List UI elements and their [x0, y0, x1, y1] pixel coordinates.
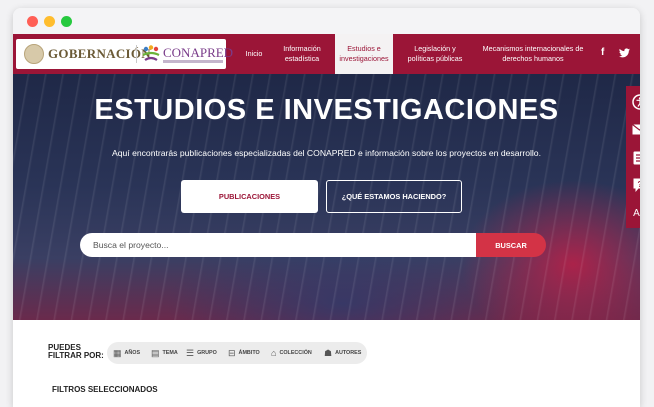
conapred-logo: CONAPRED [163, 45, 234, 60]
logo-group[interactable]: GOBERNACIÓN CONAPRED [16, 39, 233, 69]
maximize-window-dot[interactable] [61, 16, 72, 27]
search-button[interactable]: BUSCAR [476, 233, 546, 257]
filters-section: PUEDES FILTRAR POR: ▦ AÑOS ▤ TEMA ☰ GRUP… [13, 320, 640, 407]
nav-item-label: Inicio [245, 49, 263, 58]
authors-icon: ☗ [324, 347, 333, 358]
accessibility-toolbar: ? AZ [626, 86, 640, 228]
collection-icon: ⌂ [271, 348, 277, 358]
selected-filters-title: FILTROS SELECCIONADOS [52, 385, 158, 394]
minimize-window-dot[interactable] [44, 16, 55, 27]
topic-icon: ▤ [151, 347, 160, 358]
filter-by-label: PUEDES FILTRAR POR: [48, 344, 104, 360]
filter-chip-label: GRUPO [197, 350, 217, 356]
conapred-tagline [163, 60, 223, 63]
window-titlebar [13, 8, 640, 34]
nav-item-estudios-investigaciones[interactable]: Estudios e investigaciones [335, 34, 393, 74]
nav-item-label: Legislación y políticas públicas [407, 44, 463, 63]
filter-chip-label: AUTORES [335, 350, 362, 356]
filter-chip-label: ÁMBITO [238, 350, 260, 356]
filter-chip-label: COLECCIÓN [279, 350, 312, 356]
search-input[interactable] [91, 239, 465, 251]
filter-chip-coleccion[interactable]: ⌂ COLECCIÓN [271, 346, 312, 360]
page-title: ESTUDIOS E INVESTIGACIONES [94, 94, 559, 126]
nav-item-informacion-estadistica[interactable]: Información estadística [271, 34, 333, 74]
logo-divider [136, 45, 137, 63]
filter-chip-autores[interactable]: ☗ AUTORES [324, 346, 361, 360]
que-estamos-haciendo-button[interactable]: ¿QUÉ ESTAMOS HACIENDO? [326, 180, 462, 213]
hero-description: Aquí encontrarás publicaciones especiali… [112, 148, 541, 158]
filter-label-line2: FILTRAR POR: [48, 351, 104, 360]
nav-item-mecanismos[interactable]: Mecanismos internacionales de derechos h… [475, 34, 591, 74]
hero-banner: ESTUDIOS E INVESTIGACIONES Aquí encontra… [13, 74, 640, 320]
search-bar [80, 233, 476, 257]
scope-icon: ⊟ [228, 347, 236, 358]
nav-item-inicio[interactable]: Inicio [237, 34, 271, 74]
question-icon[interactable]: ? [626, 172, 640, 199]
nav-item-label: Mecanismos internacionales de derechos h… [482, 44, 584, 63]
facebook-icon[interactable]: f [601, 47, 604, 58]
filter-chip-grupo[interactable]: ☰ GRUPO [186, 346, 217, 360]
nav-item-legislacion[interactable]: Legislación y políticas públicas [401, 34, 469, 74]
accessibility-icon[interactable] [626, 88, 640, 115]
nav-item-label: Estudios e investigaciones [339, 44, 389, 63]
mail-icon[interactable] [626, 116, 640, 143]
az-icon[interactable]: AZ [626, 200, 640, 227]
filter-chip-label: AÑOS [124, 350, 141, 356]
conapred-logo-icon [142, 45, 160, 61]
filter-chip-label: TEMA [162, 350, 178, 356]
gobernacion-seal-icon [24, 44, 44, 64]
browser-window: GOBERNACIÓN CONAPRED Inicio Información … [13, 8, 640, 407]
list-icon: ☰ [186, 347, 195, 358]
close-window-dot[interactable] [27, 16, 38, 27]
svg-text:?: ? [637, 180, 640, 189]
nav-item-label: Información estadística [283, 44, 321, 63]
publicaciones-button[interactable]: PUBLICACIONES [181, 180, 318, 213]
filter-chip-tema[interactable]: ▤ TEMA [151, 346, 178, 360]
filter-chip-ambito[interactable]: ⊟ ÁMBITO [228, 346, 260, 360]
calendar-icon: ▦ [113, 347, 122, 358]
form-icon[interactable] [626, 144, 640, 171]
twitter-icon[interactable] [619, 48, 630, 58]
filter-chip-bar: ▦ AÑOS ▤ TEMA ☰ GRUPO ⊟ ÁMBITO ⌂ COLECCI… [107, 342, 367, 364]
filter-chip-anos[interactable]: ▦ AÑOS [113, 346, 140, 360]
main-navbar: GOBERNACIÓN CONAPRED Inicio Información … [13, 34, 640, 74]
